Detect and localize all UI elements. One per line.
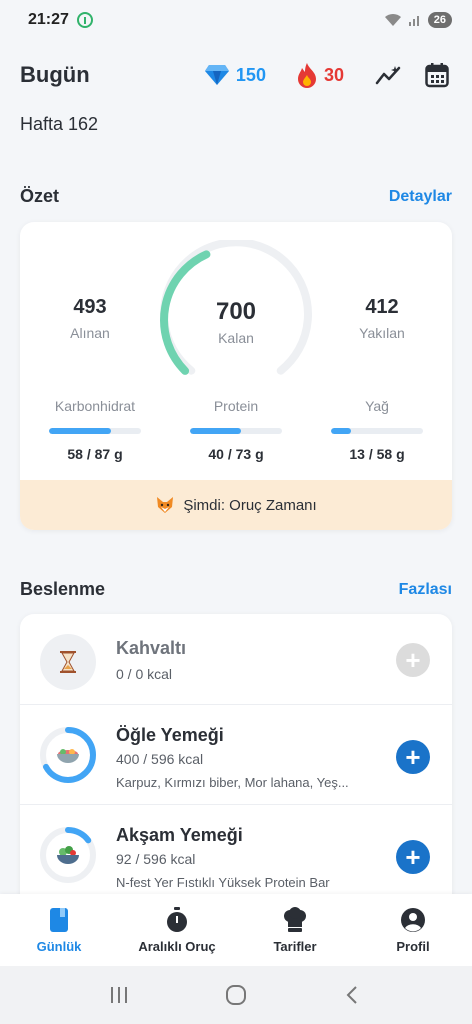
meal-lunch[interactable]: Öğle Yemeği 400 / 596 kcal Karpuz, Kırmı… — [20, 704, 452, 804]
recent-apps-icon[interactable] — [108, 985, 130, 1005]
plus-icon: + — [405, 645, 421, 675]
diamond-icon — [204, 65, 229, 85]
signal-icon — [408, 16, 419, 26]
calendar-button[interactable] — [422, 60, 452, 90]
nav-item-recipes[interactable]: Tarifler — [236, 894, 354, 966]
macro-label: Karbonhidrat — [54, 398, 136, 414]
meal-items: N-fest Yer Fıstıklı Yüksek Protein Bar — [116, 875, 330, 890]
macro-bar-fill — [331, 428, 352, 434]
back-icon[interactable] — [342, 984, 364, 1006]
add-dinner-button[interactable]: + — [396, 840, 430, 874]
diary-icon — [50, 907, 68, 932]
nutrition-title: Beslenme — [20, 579, 106, 599]
meal-kcal: 0 / 0 kcal — [116, 666, 173, 682]
gems-value: 150 — [235, 64, 266, 85]
macro-label: Yağ — [365, 398, 389, 414]
nutrition-header: Beslenme Fazlası — [20, 579, 452, 600]
add-lunch-button[interactable]: + — [396, 740, 430, 774]
meal-kcal: 400 / 596 kcal — [116, 751, 204, 767]
wifi-icon — [384, 13, 401, 26]
home-icon[interactable] — [225, 984, 247, 1006]
eaten-stat: 493 Alınan — [40, 296, 140, 341]
status-time: 21:27 — [28, 11, 69, 28]
remaining-label: Kalan — [218, 330, 254, 346]
calendar-icon — [425, 63, 449, 88]
macro-bar — [190, 428, 282, 434]
salad-icon — [38, 825, 98, 885]
gems-counter[interactable]: 150 — [204, 64, 266, 86]
nav-item-fasting[interactable]: Aralıklı Oruç — [118, 894, 236, 966]
app-header: Bugün 150 30 — [0, 52, 472, 98]
macro-bar — [49, 428, 141, 434]
details-link[interactable]: Detaylar — [389, 188, 452, 206]
hourglass-icon — [38, 632, 98, 692]
fox-icon — [157, 497, 174, 513]
remaining-stat: 700 Kalan — [156, 298, 316, 346]
macro-bar — [331, 428, 423, 434]
macro-value: 13 / 58 g — [349, 446, 405, 462]
trend-chart-icon — [375, 66, 401, 85]
meal-dinner[interactable]: Akşam Yemeği 92 / 596 kcal N-fest Yer Fı… — [20, 804, 452, 904]
macro-bar-fill — [49, 428, 111, 434]
burned-label: Yakılan — [359, 325, 405, 341]
add-breakfast-button[interactable]: + — [396, 643, 430, 677]
flame-icon — [297, 63, 316, 88]
macro-protein: Protein 40 / 73 g — [176, 398, 296, 462]
nav-label: Profil — [396, 938, 430, 954]
macro-label: Protein — [213, 398, 259, 414]
meal-name: Öğle Yemeği — [116, 725, 224, 745]
nav-label: Tarifler — [273, 938, 317, 954]
system-navigation-bar — [0, 966, 472, 1024]
fasting-banner[interactable]: Şimdi: Oruç Zamanı — [20, 480, 452, 530]
fasting-text: Şimdi: Oruç Zamanı — [183, 496, 317, 514]
stopwatch-icon — [167, 906, 187, 932]
salad-bowl-icon — [38, 725, 98, 785]
plus-icon: + — [405, 742, 421, 772]
status-indicators: 26 — [384, 12, 452, 28]
trends-button[interactable] — [374, 60, 404, 90]
header-actions: 150 30 — [204, 60, 452, 90]
bottom-nav: Günlük Aralıklı Oruç Tarifler Profil — [0, 894, 472, 966]
burned-stat: 412 Yakılan — [332, 296, 432, 341]
profile-icon — [401, 907, 425, 932]
chef-hat-icon — [284, 906, 306, 932]
status-bar: 21:27 26 — [0, 0, 472, 40]
macro-carbs: Karbonhidrat 58 / 87 g — [35, 398, 155, 462]
burned-value: 412 — [365, 296, 399, 318]
eaten-label: Alınan — [70, 325, 110, 341]
meal-items: Karpuz, Kırmızı biber, Mor lahana, Yeş..… — [116, 775, 349, 790]
meal-name: Kahvaltı — [116, 638, 187, 658]
battery-indicator: 26 — [427, 12, 452, 28]
page-title: Bugün — [20, 62, 90, 87]
meal-name: Akşam Yemeği — [116, 825, 243, 845]
summary-header: Özet Detaylar — [20, 186, 452, 207]
summary-card[interactable]: 493 Alınan 700 Kalan 412 Yakılan Karbonh… — [20, 222, 452, 530]
eaten-value: 493 — [73, 296, 107, 318]
meal-kcal: 92 / 596 kcal — [116, 851, 196, 867]
streak-value: 30 — [323, 64, 344, 85]
macro-value: 40 / 73 g — [208, 446, 264, 462]
meals-card: Kahvaltı 0 / 0 kcal + Öğle Yemeği 400 / … — [20, 614, 452, 914]
nav-item-diary[interactable]: Günlük — [0, 894, 118, 966]
meal-breakfast[interactable]: Kahvaltı 0 / 0 kcal + — [20, 614, 452, 714]
remaining-value: 700 — [215, 298, 257, 325]
nav-label: Günlük — [36, 938, 82, 954]
streak-counter[interactable]: 30 — [296, 62, 344, 88]
summary-title: Özet — [20, 186, 60, 206]
app-notification-icon — [76, 12, 93, 28]
week-label: Hafta 162 — [20, 114, 99, 134]
nav-item-profile[interactable]: Profil — [354, 894, 472, 966]
nav-label: Aralıklı Oruç — [138, 938, 216, 954]
macro-bar-fill — [190, 428, 241, 434]
plus-icon: + — [405, 842, 421, 872]
macro-value: 58 / 87 g — [67, 446, 123, 462]
more-link[interactable]: Fazlası — [399, 581, 452, 599]
macro-fat: Yağ 13 / 58 g — [317, 398, 437, 462]
